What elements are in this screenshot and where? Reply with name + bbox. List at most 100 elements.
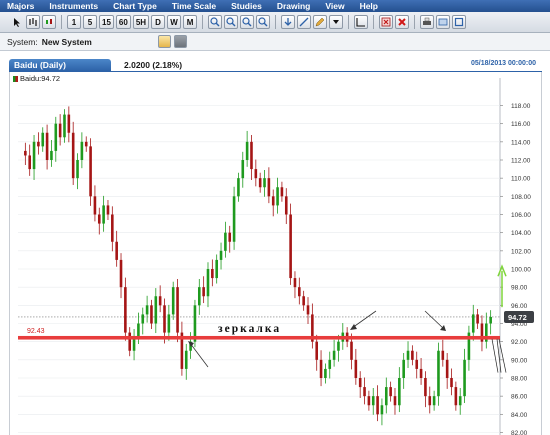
candle-body — [32, 141, 36, 170]
candle-body — [406, 350, 410, 360]
candle-body — [332, 350, 336, 360]
candle-body — [411, 350, 414, 360]
candle-body — [324, 368, 327, 378]
y-tick-label: 110.00 — [511, 176, 531, 183]
candle-body — [171, 287, 175, 315]
candle-body — [102, 205, 105, 224]
candle-body — [111, 214, 114, 242]
annotation-text: зеркалка — [218, 323, 281, 335]
fan-arrow-line — [491, 338, 499, 373]
candle-body — [489, 316, 492, 324]
candle-body — [150, 305, 153, 324]
candle-body — [376, 396, 379, 415]
candle-body — [106, 205, 110, 215]
candle-body — [76, 160, 79, 179]
candle-body — [184, 350, 188, 369]
candle-body — [415, 359, 419, 369]
candle-body — [219, 250, 223, 260]
candle-body — [176, 287, 179, 333]
candle-body — [450, 378, 453, 388]
y-tick-label: 100.00 — [511, 267, 531, 274]
candle-body — [271, 196, 275, 206]
candle-body — [293, 278, 297, 288]
legend-swatch-icon — [13, 75, 18, 82]
chart-legend: Baidu:94.72 — [13, 74, 60, 83]
candle-body — [428, 396, 432, 406]
candle-body — [93, 196, 97, 215]
candle-body — [358, 378, 362, 388]
candle-body — [241, 160, 245, 179]
candle-body — [441, 350, 445, 360]
candle-body — [163, 305, 166, 333]
price-chart[interactable]: 118.00 116.00 114.00 112.00 110.00 108.00 106.… — [0, 0, 550, 435]
candle-body — [319, 359, 323, 378]
candle-body — [284, 196, 288, 215]
candle-body — [24, 150, 27, 156]
candle-body — [389, 387, 392, 397]
candle-body — [128, 332, 132, 351]
candle-body — [458, 396, 462, 406]
y-tick-label: 112.00 — [511, 158, 531, 165]
candle-body — [471, 314, 475, 333]
candle-body — [437, 350, 440, 397]
candle-body — [363, 387, 366, 397]
candle-body — [237, 178, 240, 197]
candle-body — [211, 269, 214, 279]
candle-body — [445, 359, 449, 378]
candle-body — [124, 287, 127, 333]
candle-body — [37, 141, 40, 147]
y-tick-label: 84.00 — [511, 412, 528, 419]
support-level-line — [18, 335, 500, 340]
y-tick-label: 114.00 — [511, 139, 531, 146]
candle-body — [71, 132, 75, 179]
candle-body — [41, 132, 45, 147]
arrow-line — [351, 310, 377, 329]
candle-body — [63, 114, 66, 138]
candle-body — [197, 287, 201, 306]
candle-body — [367, 396, 371, 406]
candle-body — [384, 387, 388, 406]
candle-body — [58, 123, 62, 138]
candle-body — [224, 232, 227, 251]
candle-body — [28, 155, 31, 170]
y-tick-label: 108.00 — [511, 194, 531, 201]
candle-body — [228, 232, 232, 242]
support-level-label: 92.43 — [27, 328, 45, 335]
candle-body — [145, 305, 149, 315]
candle-body — [267, 178, 271, 197]
arrow-line — [424, 310, 445, 330]
candle-body — [97, 214, 101, 224]
candle-body — [202, 287, 205, 297]
candle-body — [463, 359, 466, 397]
candle-body — [206, 269, 210, 297]
candle-body — [306, 305, 310, 315]
candle-body — [119, 259, 123, 288]
candle-body — [350, 341, 353, 360]
candle-body — [141, 314, 145, 324]
candle-body — [245, 141, 249, 160]
candle-body — [263, 178, 266, 188]
candle-body — [398, 378, 401, 406]
candle-body — [280, 187, 284, 197]
y-tick-label: 82.00 — [511, 430, 528, 435]
candle-body — [215, 259, 218, 279]
y-tick-label: 86.00 — [511, 394, 528, 401]
candle-body — [298, 287, 301, 297]
candle-body — [419, 368, 423, 378]
y-tick-label: 116.00 — [511, 121, 531, 128]
candle-body — [337, 341, 340, 351]
candle-body — [476, 314, 479, 324]
y-tick-label: 106.00 — [511, 212, 531, 219]
candle-body — [380, 405, 384, 415]
candle-body — [45, 132, 49, 160]
arrow-line — [189, 342, 209, 368]
price-badge-label: 94.72 — [508, 313, 527, 322]
y-tick-label: 104.00 — [511, 230, 531, 237]
candle-body — [54, 123, 58, 151]
candle-body — [302, 296, 305, 306]
candle-body — [80, 141, 84, 160]
candle-body — [328, 359, 332, 369]
y-tick-label: 118.00 — [511, 103, 531, 110]
candle-body — [254, 169, 258, 179]
candle-body — [454, 387, 458, 406]
